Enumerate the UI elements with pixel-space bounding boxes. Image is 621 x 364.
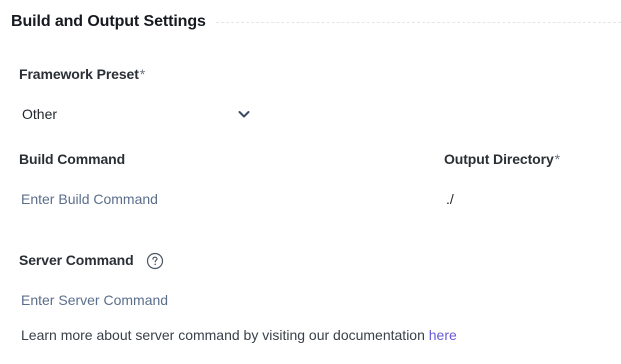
required-mark: *: [554, 151, 560, 167]
required-mark: *: [139, 66, 146, 82]
framework-preset-value: Other: [22, 106, 58, 122]
build-command-input[interactable]: [19, 186, 399, 212]
documentation-link[interactable]: here: [429, 327, 457, 343]
server-command-label: Server Command: [19, 252, 134, 268]
server-command-help-text: Learn more about server command by visit…: [21, 327, 457, 343]
question-circle-icon[interactable]: [146, 252, 164, 270]
output-directory-input[interactable]: [444, 186, 614, 212]
output-directory-label: Output Directory*: [444, 151, 560, 167]
section-divider: [215, 22, 621, 23]
chevron-down-icon: [238, 111, 250, 118]
build-output-settings-panel: Build and Output Settings Framework Pres…: [0, 0, 621, 364]
framework-preset-label: Framework Preset*: [19, 66, 145, 82]
framework-preset-label-text: Framework Preset: [19, 66, 139, 82]
build-command-label: Build Command: [19, 151, 126, 167]
section-title: Build and Output Settings: [11, 13, 206, 30]
section-header: Build and Output Settings: [11, 12, 621, 32]
help-text: Learn more about server command by visit…: [21, 327, 429, 343]
framework-preset-select[interactable]: Other: [19, 101, 259, 127]
server-command-input[interactable]: [19, 287, 399, 313]
output-directory-label-text: Output Directory: [444, 151, 554, 167]
